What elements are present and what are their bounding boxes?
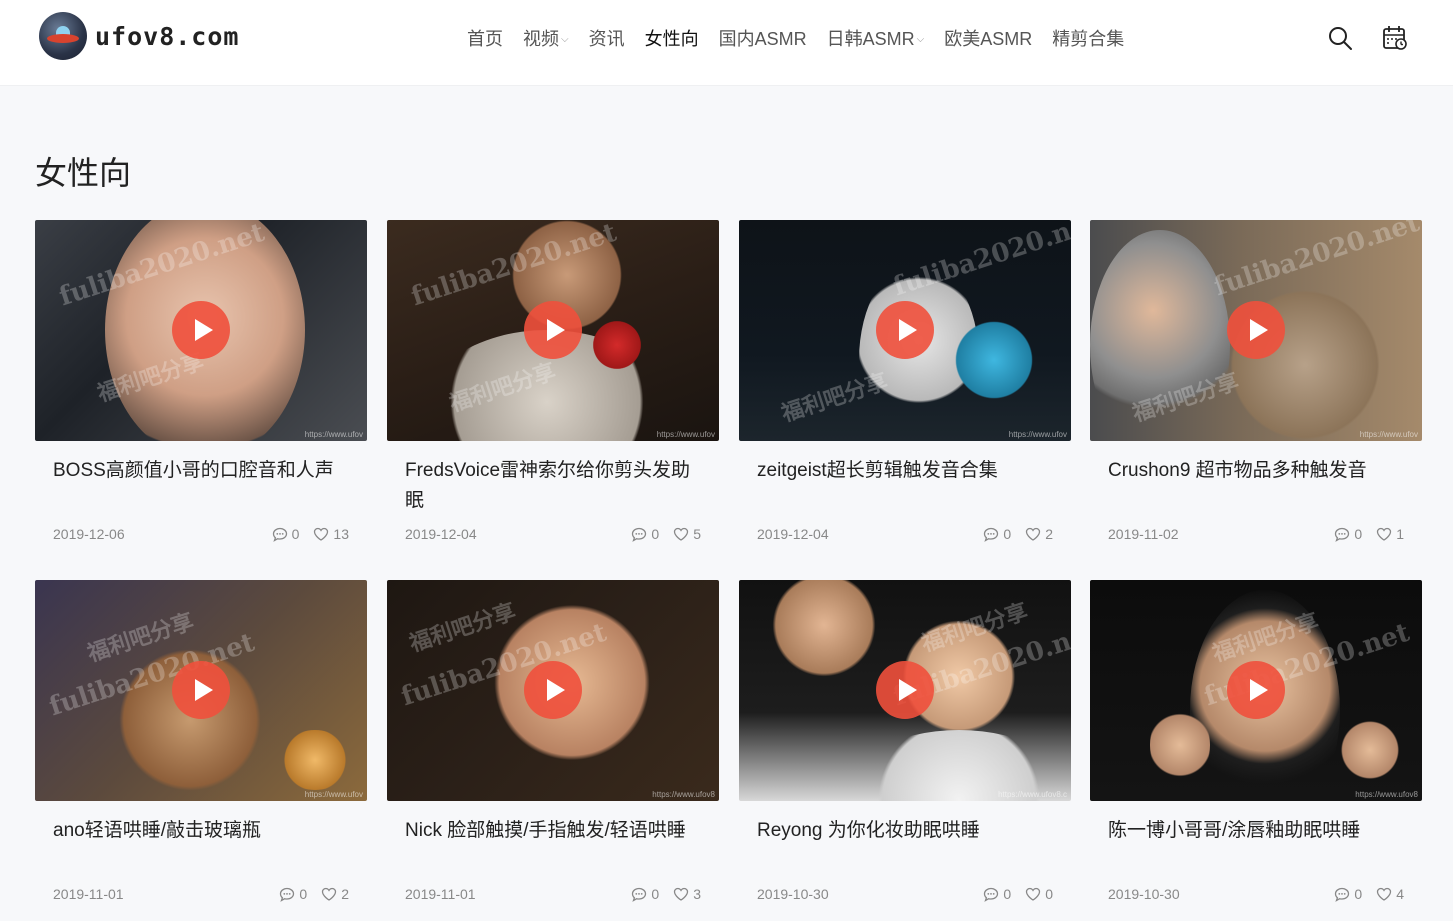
play-icon[interactable] xyxy=(172,661,230,719)
comment-count: 0 xyxy=(983,886,1011,902)
like-button[interactable]: 2 xyxy=(321,886,349,902)
heart-icon xyxy=(1377,527,1392,541)
like-button[interactable]: 1 xyxy=(1376,526,1404,542)
heart-icon xyxy=(322,887,337,901)
post-thumbnail[interactable]: fuliba2020.net 福利吧分享 https://www.ufov8.c xyxy=(739,580,1071,801)
play-icon[interactable] xyxy=(524,301,582,359)
nav-item-highlights[interactable]: 精剪合集 xyxy=(1052,25,1124,51)
play-icon[interactable] xyxy=(1227,301,1285,359)
post-thumbnail[interactable]: fuliba2020.net 福利吧分享 https://www.ufov xyxy=(1090,220,1422,441)
post-thumbnail[interactable]: fuliba2020.net 福利吧分享 https://www.ufov8 xyxy=(387,580,719,801)
comment-count: 0 xyxy=(631,526,659,542)
like-button[interactable]: 5 xyxy=(673,526,701,542)
heart-icon xyxy=(314,527,329,541)
post-thumbnail[interactable]: fuliba2020.net 福利吧分享 https://www.ufov xyxy=(387,220,719,441)
site-header: ufov8.com 首页 视频 ⌵ 资讯 女性向 国内ASMR 日韩ASMR ⌵ 欧… xyxy=(0,0,1453,85)
post-meta: 2019-11-01 0 2 xyxy=(53,884,349,904)
comment-count: 0 xyxy=(631,886,659,902)
like-button[interactable]: 3 xyxy=(673,886,701,902)
comment-icon xyxy=(632,527,647,542)
heart-icon xyxy=(1026,527,1041,541)
post-card[interactable]: fuliba2020.net 福利吧分享 https://www.ufov8 陈… xyxy=(1090,580,1422,920)
comment-count: 0 xyxy=(1334,526,1362,542)
logo-text: ufov8.com xyxy=(95,21,240,51)
search-icon[interactable] xyxy=(1327,25,1353,51)
post-meta: 2019-12-04 0 5 xyxy=(405,524,701,544)
main-nav: 首页 视频 ⌵ 资讯 女性向 国内ASMR 日韩ASMR ⌵ 欧美ASMR 精剪合集 xyxy=(467,24,1144,52)
post-title[interactable]: Crushon9 超市物品多种触发音 xyxy=(1108,456,1408,486)
post-date: 2019-12-04 xyxy=(405,526,477,542)
post-title[interactable]: ano轻语哄睡/敲击玻璃瓶 xyxy=(53,816,353,846)
like-button[interactable]: 13 xyxy=(313,526,349,542)
nav-item-jpkr-asmr[interactable]: 日韩ASMR ⌵ xyxy=(827,25,925,51)
post-meta: 2019-10-30 0 4 xyxy=(1108,884,1404,904)
heart-icon xyxy=(1377,887,1392,901)
post-card[interactable]: fuliba2020.net 福利吧分享 https://www.ufov ze… xyxy=(739,220,1071,560)
comment-icon xyxy=(272,527,287,542)
post-thumbnail[interactable]: fuliba2020.net 福利吧分享 https://www.ufov xyxy=(35,220,367,441)
post-meta: 2019-11-02 0 1 xyxy=(1108,524,1404,544)
nav-item-female[interactable]: 女性向 xyxy=(645,25,699,51)
post-card[interactable]: fuliba2020.net 福利吧分享 https://www.ufov Cr… xyxy=(1090,220,1422,560)
heart-icon xyxy=(1026,887,1041,901)
post-thumbnail[interactable]: fuliba2020.net 福利吧分享 https://www.ufov xyxy=(35,580,367,801)
post-date: 2019-12-04 xyxy=(757,526,829,542)
heart-icon xyxy=(674,527,689,541)
chevron-down-icon: ⌵ xyxy=(916,33,925,45)
nav-item-video[interactable]: 视频 ⌵ xyxy=(523,25,569,51)
comment-icon xyxy=(632,887,647,902)
post-card[interactable]: fuliba2020.net 福利吧分享 https://www.ufov an… xyxy=(35,580,367,920)
play-icon[interactable] xyxy=(172,301,230,359)
post-card[interactable]: fuliba2020.net 福利吧分享 https://www.ufov Fr… xyxy=(387,220,719,560)
post-date: 2019-10-30 xyxy=(757,886,829,902)
like-button[interactable]: 0 xyxy=(1025,886,1053,902)
post-date: 2019-11-01 xyxy=(405,886,476,902)
comment-icon xyxy=(984,887,999,902)
comment-icon xyxy=(280,887,295,902)
play-icon[interactable] xyxy=(876,661,934,719)
post-meta: 2019-10-30 0 0 xyxy=(757,884,1053,904)
post-card[interactable]: fuliba2020.net 福利吧分享 https://www.ufov BO… xyxy=(35,220,367,560)
post-meta: 2019-12-06 0 13 xyxy=(53,524,349,544)
nav-item-western-asmr[interactable]: 欧美ASMR xyxy=(944,25,1032,51)
post-title[interactable]: BOSS高颜值小哥的口腔音和人声 xyxy=(53,456,353,486)
play-icon[interactable] xyxy=(524,661,582,719)
post-title[interactable]: Reyong 为你化妆助眠哄睡 xyxy=(757,816,1057,846)
post-title[interactable]: FredsVoice雷神索尔给你剪头发助眠 xyxy=(405,456,705,516)
post-card[interactable]: fuliba2020.net 福利吧分享 https://www.ufov8.c… xyxy=(739,580,1071,920)
comment-count: 0 xyxy=(272,526,299,542)
comment-icon xyxy=(984,527,999,542)
heart-icon xyxy=(674,887,689,901)
site-logo[interactable]: ufov8.com xyxy=(39,12,239,60)
nav-item-home[interactable]: 首页 xyxy=(467,25,503,51)
post-card[interactable]: fuliba2020.net 福利吧分享 https://www.ufov8 N… xyxy=(387,580,719,920)
ufo-logo-icon xyxy=(39,12,87,60)
post-date: 2019-10-30 xyxy=(1108,886,1180,902)
comment-icon xyxy=(1335,887,1350,902)
page-title: 女性向 xyxy=(35,155,132,191)
comment-count: 0 xyxy=(983,526,1011,542)
calendar-icon[interactable] xyxy=(1382,25,1408,51)
comment-icon xyxy=(1335,527,1350,542)
play-icon[interactable] xyxy=(876,301,934,359)
like-button[interactable]: 4 xyxy=(1376,886,1404,902)
post-date: 2019-11-02 xyxy=(1108,526,1179,542)
post-meta: 2019-11-01 0 3 xyxy=(405,884,701,904)
post-date: 2019-11-01 xyxy=(53,886,124,902)
play-icon[interactable] xyxy=(1227,661,1285,719)
comment-count: 0 xyxy=(279,886,307,902)
post-title[interactable]: Nick 脸部触摸/手指触发/轻语哄睡 xyxy=(405,816,705,846)
like-button[interactable]: 2 xyxy=(1025,526,1053,542)
post-thumbnail[interactable]: fuliba2020.net 福利吧分享 https://www.ufov8 xyxy=(1090,580,1422,801)
post-thumbnail[interactable]: fuliba2020.net 福利吧分享 https://www.ufov xyxy=(739,220,1071,441)
post-title[interactable]: zeitgeist超长剪辑触发音合集 xyxy=(757,456,1057,486)
comment-count: 0 xyxy=(1334,886,1362,902)
nav-item-domestic-asmr[interactable]: 国内ASMR xyxy=(719,25,807,51)
chevron-down-icon: ⌵ xyxy=(561,33,569,45)
post-title[interactable]: 陈一博小哥哥/涂唇釉助眠哄睡 xyxy=(1108,816,1408,846)
post-meta: 2019-12-04 0 2 xyxy=(757,524,1053,544)
nav-item-news[interactable]: 资讯 xyxy=(589,25,625,51)
post-date: 2019-12-06 xyxy=(53,526,125,542)
